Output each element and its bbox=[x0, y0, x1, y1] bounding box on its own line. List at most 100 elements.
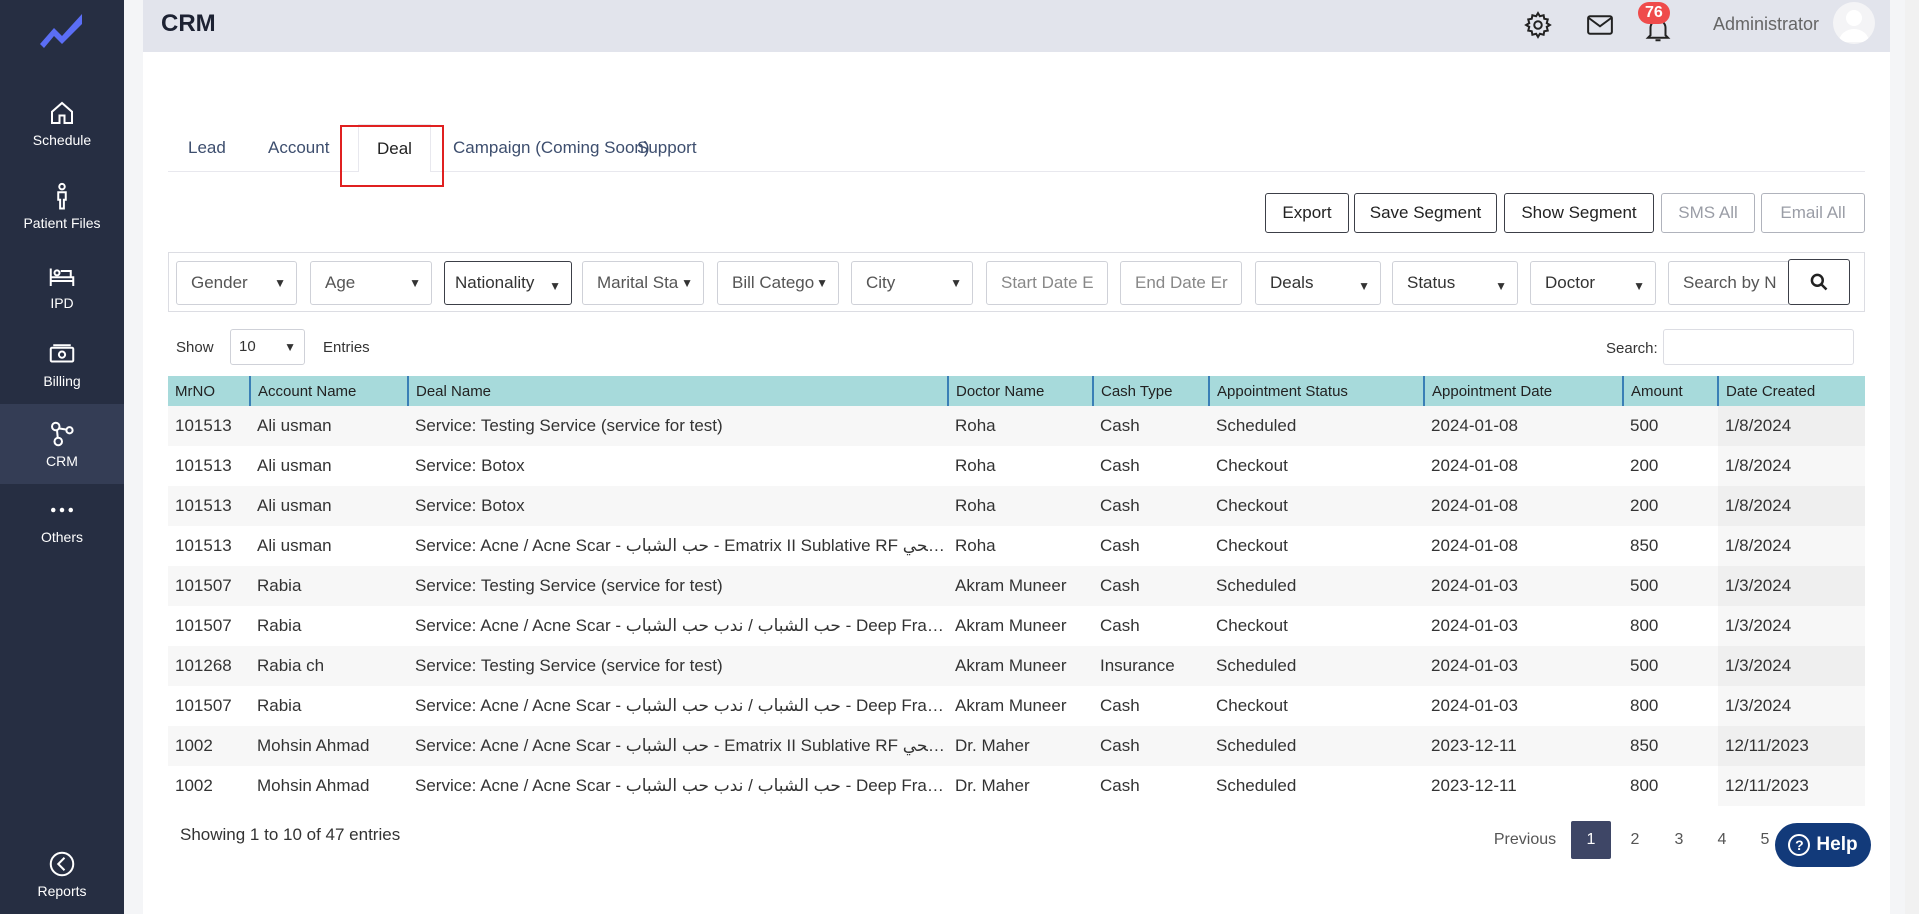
column-header-appointment-status[interactable]: Appointment Status bbox=[1209, 376, 1425, 406]
mail-icon[interactable] bbox=[1585, 10, 1615, 40]
table-row[interactable]: 101513 Ali usman Service: Acne / Acne Scar… bbox=[168, 526, 1865, 566]
email-all-button[interactable]: Email All bbox=[1761, 193, 1865, 233]
column-header-doctor-name[interactable]: Doctor Name bbox=[948, 376, 1094, 406]
filter-search-button[interactable] bbox=[1788, 259, 1850, 305]
table-cell: Dr. Maher bbox=[948, 766, 1093, 806]
tab-deal[interactable]: Deal bbox=[358, 124, 431, 172]
table-row[interactable]: 1002 Mohsin Ahmad Service: Acne / Acne Sca… bbox=[168, 726, 1865, 766]
table-cell: Akram Muneer bbox=[948, 646, 1093, 686]
column-header-deal-name[interactable]: Deal Name bbox=[408, 376, 949, 406]
column-header-amount[interactable]: Amount bbox=[1623, 376, 1719, 406]
sms-all-button[interactable]: SMS All bbox=[1661, 193, 1755, 233]
marital-status-select[interactable]: Marital Sta ▼ bbox=[582, 261, 704, 305]
save-segment-button[interactable]: Save Segment bbox=[1354, 193, 1497, 233]
table-row[interactable]: 101268 Rabia ch Service: Testing Service (… bbox=[168, 646, 1865, 686]
table-cell: Service: Acne / Acne Scar - حب الشباب - … bbox=[408, 726, 948, 766]
search-icon bbox=[1810, 273, 1828, 291]
pagination-page-1[interactable]: 1 bbox=[1571, 821, 1611, 859]
caret-down-icon: ▼ bbox=[409, 276, 421, 290]
column-header-mrno[interactable]: MrNO bbox=[168, 376, 251, 406]
chart-pie-icon bbox=[49, 851, 75, 877]
table-cell: Rabia bbox=[250, 566, 408, 606]
table-cell: 800 bbox=[1623, 686, 1718, 726]
home-icon bbox=[51, 101, 73, 124]
search-by-name-input[interactable]: Search by N bbox=[1668, 261, 1790, 305]
table-cell: Scheduled bbox=[1209, 566, 1424, 606]
sidebar-item-patient-files[interactable]: Patient Files bbox=[0, 166, 124, 246]
tab-bar: Lead Account Deal Campaign (Coming Soon)… bbox=[168, 124, 1865, 172]
caret-down-icon: ▼ bbox=[1495, 279, 1507, 293]
doctor-select[interactable]: Doctor ▼ bbox=[1530, 261, 1656, 305]
sidebar-item-schedule[interactable]: Schedule bbox=[0, 83, 124, 163]
table-cell: Service: Botox bbox=[408, 486, 948, 526]
gear-icon[interactable] bbox=[1523, 10, 1553, 40]
table-row[interactable]: 101507 Rabia Service: Acne / Acne Scar - ح… bbox=[168, 606, 1865, 646]
user-name[interactable]: Administrator bbox=[1713, 14, 1819, 35]
table-cell: Mohsin Ahmad bbox=[250, 766, 408, 806]
filter-bar: Gender ▼ Age ▼ Nationality ▼ Marital Sta ▼ B… bbox=[168, 252, 1865, 312]
tab-campaign[interactable]: Campaign (Coming Soon) bbox=[453, 124, 650, 172]
sidebar-item-ipd[interactable]: IPD bbox=[0, 246, 124, 326]
end-date-placeholder: End Date Er bbox=[1135, 273, 1228, 292]
pagination-page-4[interactable]: 4 bbox=[1704, 821, 1740, 859]
column-header-account-name[interactable]: Account Name bbox=[250, 376, 409, 406]
end-date-input[interactable]: End Date Er bbox=[1120, 261, 1242, 305]
search-by-placeholder: Search by N bbox=[1683, 273, 1777, 292]
table-cell: 2023-12-11 bbox=[1424, 766, 1623, 806]
start-date-input[interactable]: Start Date E bbox=[986, 261, 1108, 305]
tab-support[interactable]: Support bbox=[637, 124, 697, 172]
app-logo-icon[interactable] bbox=[38, 10, 86, 50]
sidebar-item-crm[interactable]: CRM bbox=[0, 404, 124, 484]
pagination-previous[interactable]: Previous bbox=[1489, 821, 1561, 859]
gender-select[interactable]: Gender ▼ bbox=[176, 261, 297, 305]
table-cell: Scheduled bbox=[1209, 406, 1424, 446]
status-select[interactable]: Status ▼ bbox=[1392, 261, 1518, 305]
deals-select[interactable]: Deals ▼ bbox=[1255, 261, 1381, 305]
show-label: Show bbox=[176, 339, 214, 356]
age-select[interactable]: Age ▼ bbox=[310, 261, 432, 305]
help-button[interactable]: ? Help bbox=[1775, 823, 1871, 867]
city-select-value: City bbox=[866, 273, 896, 292]
sidebar-item-reports[interactable]: Reports bbox=[0, 834, 124, 914]
pagination-page-3[interactable]: 3 bbox=[1661, 821, 1697, 859]
table-row[interactable]: 101513 Ali usman Service: Botox Roha Cash Che… bbox=[168, 446, 1865, 486]
deals-table: MrNO Account Name Deal Name Doctor Name … bbox=[168, 376, 1865, 806]
bill-category-select[interactable]: Bill Catego ▼ bbox=[717, 261, 839, 305]
table-cell: 2024-01-08 bbox=[1424, 406, 1623, 446]
tab-account[interactable]: Account bbox=[268, 124, 329, 172]
marital-status-select-value: Marital Sta bbox=[597, 273, 679, 292]
pagination-page-2[interactable]: 2 bbox=[1617, 821, 1653, 859]
caret-down-icon: ▼ bbox=[549, 279, 561, 293]
sidebar-item-billing[interactable]: Billing bbox=[0, 324, 124, 404]
table-row[interactable]: 101507 Rabia Service: Testing Service (ser… bbox=[168, 566, 1865, 606]
avatar[interactable] bbox=[1833, 2, 1875, 44]
person-icon bbox=[57, 182, 67, 210]
table-row[interactable]: 101513 Ali usman Service: Botox Roha Cash Che… bbox=[168, 486, 1865, 526]
table-cell: 101513 bbox=[168, 406, 250, 446]
show-segment-button[interactable]: Show Segment bbox=[1504, 193, 1654, 233]
table-row[interactable]: 101513 Ali usman Service: Testing Service … bbox=[168, 406, 1865, 446]
column-header-appointment-date[interactable]: Appointment Date bbox=[1424, 376, 1624, 406]
caret-down-icon: ▼ bbox=[816, 276, 828, 290]
page-scrollbar[interactable] bbox=[1905, 0, 1919, 914]
sidebar-item-others[interactable]: Others bbox=[0, 480, 124, 560]
table-cell: Cash bbox=[1093, 726, 1209, 766]
export-button[interactable]: Export bbox=[1265, 193, 1349, 233]
tab-lead[interactable]: Lead bbox=[188, 124, 226, 172]
table-row[interactable]: 101507 Rabia Service: Acne / Acne Scar - ح… bbox=[168, 686, 1865, 726]
table-row[interactable]: 1002 Mohsin Ahmad Service: Acne / Acne Sca… bbox=[168, 766, 1865, 806]
table-cell: 200 bbox=[1623, 446, 1718, 486]
nationality-select[interactable]: Nationality ▼ bbox=[444, 261, 572, 305]
table-cell: 500 bbox=[1623, 406, 1718, 446]
city-select[interactable]: City ▼ bbox=[851, 261, 973, 305]
table-search-input[interactable] bbox=[1663, 329, 1854, 365]
main-content: Lead Account Deal Campaign (Coming Soon)… bbox=[143, 52, 1890, 914]
table-cell: Akram Muneer bbox=[948, 566, 1093, 606]
entries-select[interactable]: 10 ▼ bbox=[230, 329, 305, 365]
column-header-date-created[interactable]: Date Created bbox=[1718, 376, 1865, 406]
notification-badge[interactable]: 76 bbox=[1638, 2, 1670, 24]
table-cell: Service: Testing Service (service for te… bbox=[408, 566, 948, 606]
table-cell: 1/8/2024 bbox=[1718, 446, 1865, 486]
column-header-cash-type[interactable]: Cash Type bbox=[1093, 376, 1210, 406]
table-cell: 2024-01-08 bbox=[1424, 446, 1623, 486]
